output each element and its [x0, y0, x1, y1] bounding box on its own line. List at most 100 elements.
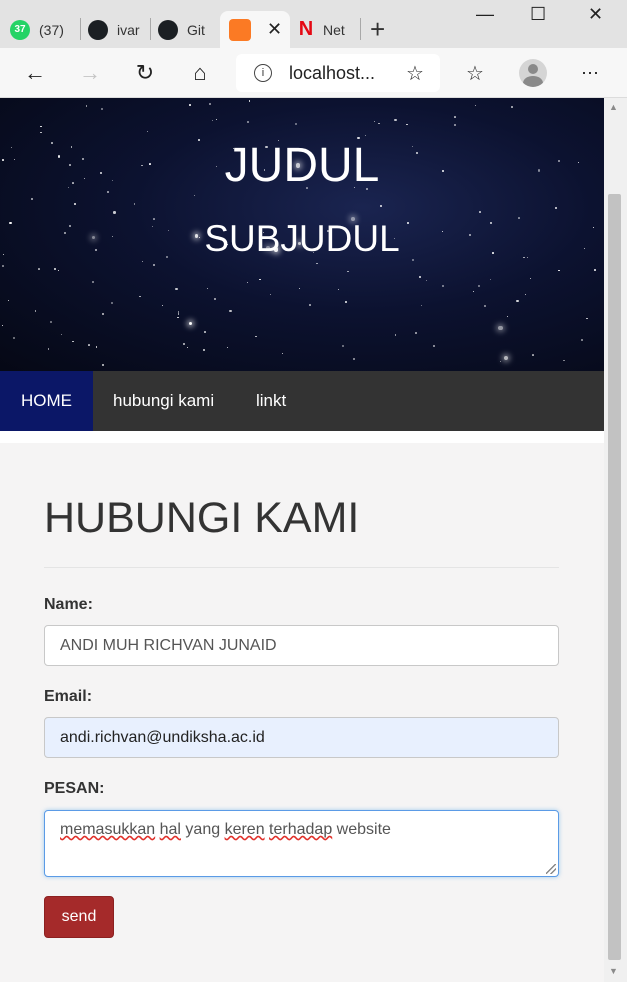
- star-dot: [34, 310, 37, 312]
- star-dot: [229, 310, 232, 313]
- github-icon: [88, 19, 108, 40]
- star-dot: [345, 300, 348, 303]
- star-dot: [477, 284, 480, 288]
- star-dot: [49, 320, 53, 324]
- minimize-button[interactable]: —: [476, 4, 494, 25]
- close-window-button[interactable]: ✕: [588, 4, 603, 25]
- scroll-up-icon[interactable]: ▲: [609, 102, 618, 112]
- message-word: memasukkan: [60, 821, 156, 838]
- star-dot: [580, 339, 583, 342]
- star-dot: [524, 293, 527, 296]
- star-dot: [378, 122, 380, 125]
- close-tab-icon[interactable]: ✕: [267, 19, 282, 40]
- tab-github[interactable]: Git: [158, 11, 218, 48]
- star-dot: [133, 203, 136, 205]
- star-dot: [247, 281, 249, 283]
- scroll-down-icon[interactable]: ▼: [609, 966, 618, 976]
- message-label: PESAN:: [44, 780, 105, 797]
- tab-netflix[interactable]: N Net: [298, 11, 360, 48]
- favorites-icon[interactable]: ☆: [460, 58, 490, 88]
- star-dot: [347, 271, 349, 273]
- star-dot: [92, 280, 95, 283]
- star-dot: [72, 340, 74, 343]
- star-dot: [454, 116, 456, 118]
- star-dot: [102, 312, 105, 315]
- star-dot: [479, 211, 481, 213]
- info-icon[interactable]: i: [254, 64, 272, 82]
- star-dot: [141, 260, 144, 263]
- add-favorite-icon[interactable]: ☆: [400, 58, 430, 88]
- star-dot: [53, 267, 56, 270]
- forward-icon[interactable]: →: [75, 58, 105, 88]
- hero-banner: JUDUL SUBJUDUL: [0, 98, 604, 371]
- whatsapp-icon: 37: [10, 19, 30, 40]
- star-dot: [352, 358, 355, 361]
- star-dot: [39, 131, 42, 134]
- address-text: localhost...: [289, 62, 376, 83]
- nav-item-hubungi-kami[interactable]: hubungi kami: [113, 371, 214, 431]
- maximize-button[interactable]: ☐: [530, 4, 546, 25]
- tab-active-localhost[interactable]: ✕: [220, 11, 290, 48]
- star-dot: [510, 105, 513, 108]
- star-dot: [418, 276, 421, 279]
- star-dot: [516, 299, 519, 303]
- new-tab-button[interactable]: +: [370, 14, 385, 45]
- star-dot: [85, 105, 88, 107]
- star-dot: [162, 304, 164, 307]
- star-dot: [433, 345, 436, 348]
- navigation-bar: HOME hubungi kami linkt: [0, 371, 604, 431]
- star-dot: [247, 121, 250, 124]
- refresh-icon[interactable]: ↻: [130, 58, 160, 88]
- name-label: Name:: [44, 596, 93, 613]
- star-dot: [207, 288, 209, 290]
- home-icon[interactable]: ⌂: [185, 58, 215, 88]
- star-dot: [529, 277, 532, 280]
- netflix-icon: N: [298, 18, 314, 40]
- star-dot: [7, 299, 9, 301]
- profile-avatar-icon[interactable]: [519, 59, 547, 87]
- resize-handle-icon[interactable]: [546, 864, 556, 874]
- nav-item-home[interactable]: HOME: [0, 371, 93, 431]
- star-dot: [586, 317, 588, 320]
- page-title: HUBUNGI KAMI: [44, 494, 360, 542]
- star-dot: [474, 104, 476, 106]
- star-dot: [214, 297, 217, 300]
- star-dot: [365, 135, 367, 137]
- star-dot: [374, 121, 376, 123]
- star-dot: [177, 313, 180, 316]
- star-dot: [188, 321, 193, 326]
- star-dot: [1, 325, 3, 327]
- tab-separator: [360, 18, 361, 40]
- message-textarea[interactable]: memasukkan hal yang keren terhadap websi…: [44, 810, 559, 877]
- nav-item-linkt[interactable]: linkt: [256, 371, 286, 431]
- star-dot: [175, 288, 178, 291]
- email-input[interactable]: andi.richvan@undiksha.ac.id: [44, 717, 559, 758]
- star-dot: [498, 325, 503, 330]
- star-dot: [40, 125, 42, 128]
- message-word: keren: [224, 821, 265, 838]
- page-scrollbar[interactable]: ▲ ▼: [604, 98, 627, 982]
- hero-title: JUDUL: [224, 139, 380, 192]
- star-dot: [298, 287, 301, 290]
- name-input[interactable]: ANDI MUH RICHVAN JUNAID: [44, 625, 559, 666]
- star-dot: [202, 349, 205, 352]
- message-word: website: [332, 821, 391, 838]
- message-word: yang: [180, 821, 225, 838]
- star-dot: [255, 335, 257, 338]
- scroll-thumb[interactable]: [608, 194, 621, 960]
- tab-whatsapp[interactable]: 37 (37): [10, 11, 80, 48]
- send-button[interactable]: send: [44, 896, 114, 938]
- message-word: terhadap: [269, 821, 333, 838]
- browser-toolbar: ← → ↻ ⌂ i localhost... ☆ ☆ ⋯: [0, 48, 627, 98]
- tab-github-ivar[interactable]: ivar: [88, 11, 150, 48]
- star-dot: [504, 355, 509, 360]
- back-icon[interactable]: ←: [20, 58, 50, 88]
- star-dot: [74, 203, 77, 206]
- star-dot: [484, 305, 487, 308]
- star-dot: [177, 316, 180, 319]
- star-dot: [113, 211, 116, 214]
- star-dot: [507, 316, 509, 318]
- star-dot: [563, 359, 565, 361]
- more-menu-icon[interactable]: ⋯: [575, 58, 605, 88]
- message-word: hal: [159, 821, 181, 838]
